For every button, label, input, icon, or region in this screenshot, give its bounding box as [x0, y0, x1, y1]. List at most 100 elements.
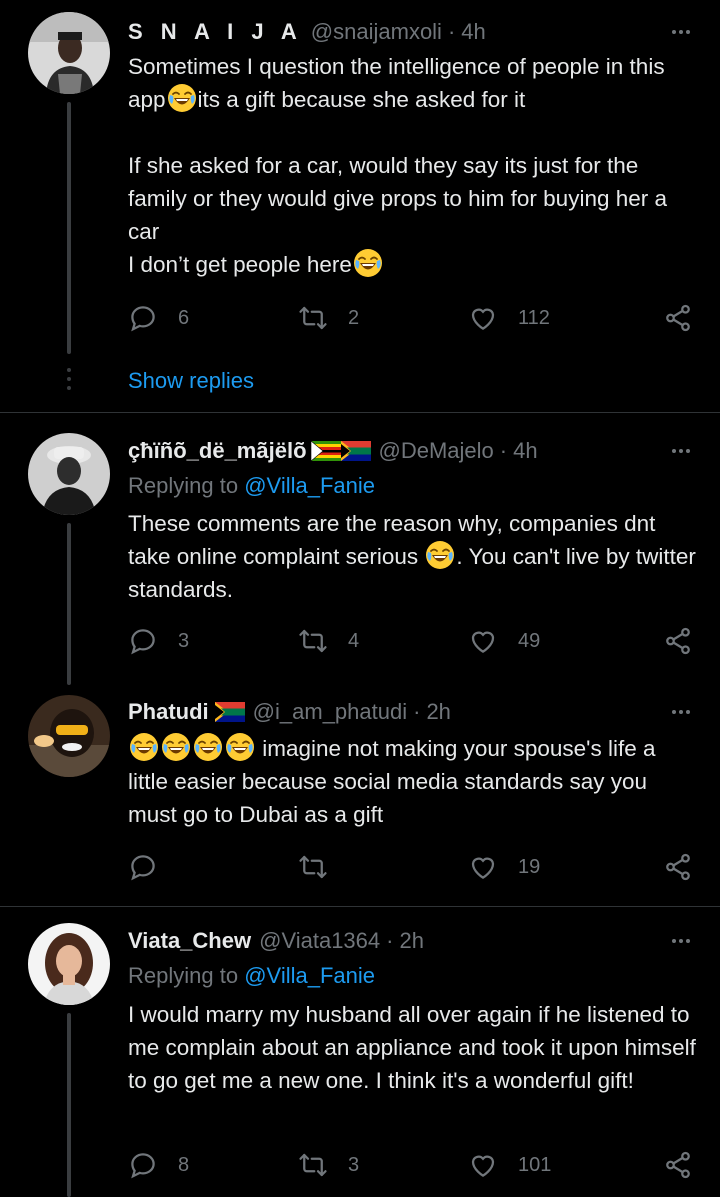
- like-button[interactable]: 112: [468, 298, 550, 338]
- tears-of-joy-emoji: [167, 83, 197, 113]
- tweet-paragraph: [128, 116, 698, 149]
- like-button[interactable]: 19: [468, 847, 540, 887]
- user-handle[interactable]: @Viata1364: [259, 928, 380, 954]
- mention-link[interactable]: @Villa_Fanie: [244, 963, 375, 988]
- retweet-icon: [299, 1153, 327, 1177]
- zimbabwe-flag-icon: [310, 441, 341, 461]
- separator: ·: [499, 438, 508, 463]
- avatar[interactable]: [28, 433, 110, 515]
- replying-to: Replying to @Villa_Fanie: [128, 963, 375, 989]
- reply-button[interactable]: 3: [128, 621, 189, 661]
- south-africa-flag-icon: [214, 702, 245, 722]
- like-count: 19: [518, 855, 541, 878]
- share-button[interactable]: [663, 621, 693, 661]
- more-options-icon[interactable]: [664, 439, 690, 463]
- tweet-actions: 19: [128, 847, 693, 887]
- tweet-actions: 3 4 49: [128, 621, 693, 661]
- tweet-actions: 6 2 112: [128, 298, 693, 338]
- reply-icon: [131, 306, 155, 332]
- heart-icon: [471, 631, 495, 653]
- tweet-viata-chew[interactable]: Viata_Chew @Viata1364 · 2h Replying to @…: [0, 907, 720, 1197]
- separator: ·: [386, 928, 394, 953]
- tweet-text: imagine not making your spouse's life a …: [128, 732, 698, 831]
- display-name[interactable]: Phatudi: [128, 699, 209, 725]
- heart-icon: [471, 1155, 495, 1177]
- replying-to: Replying to @Villa_Fanie: [128, 473, 375, 499]
- tweet-text: I would marry my husband all over again …: [128, 998, 698, 1097]
- tweet-text: Sometimes I question the intelligence of…: [128, 50, 698, 281]
- retweet-icon: [299, 629, 327, 653]
- reply-button[interactable]: [128, 847, 178, 887]
- tweet-paragraph: Sometimes I question the intelligence of…: [128, 54, 665, 113]
- tweet-snaija[interactable]: S N A I J A @snaijamxoli · 4h Sometimes …: [0, 0, 720, 412]
- tweet-demajelo[interactable]: çħïñõ_dë_mãjëlõ @DeMajelo · 4h Replying …: [0, 413, 720, 685]
- like-count: 101: [518, 1153, 552, 1176]
- display-name[interactable]: çħïñõ_dë_mãjëlõ: [128, 438, 307, 464]
- retweet-button[interactable]: 2: [298, 298, 359, 338]
- south-africa-flag-icon: [340, 441, 371, 461]
- thread-line: [67, 102, 71, 354]
- retweet-button[interactable]: [298, 847, 348, 887]
- like-count: 49: [518, 629, 541, 652]
- tears-of-joy-emoji: [161, 732, 191, 762]
- tweet-header: S N A I J A @snaijamxoli · 4h: [128, 16, 690, 48]
- share-icon: [666, 304, 690, 332]
- like-count: 112: [518, 306, 550, 329]
- retweet-count: 3: [348, 1153, 360, 1176]
- reply-count: 8: [178, 1153, 190, 1176]
- more-options-icon[interactable]: [664, 929, 690, 953]
- tweet-paragraph: I would marry my husband all over again …: [128, 1002, 696, 1093]
- share-button[interactable]: [663, 847, 693, 887]
- tears-of-joy-emoji: [193, 732, 223, 762]
- reply-icon: [131, 1153, 155, 1179]
- avatar[interactable]: [28, 12, 110, 94]
- avatar[interactable]: [28, 695, 110, 777]
- tweet-paragraph: If she asked for a car, would they say i…: [128, 153, 668, 244]
- timestamp[interactable]: 2h: [399, 928, 423, 954]
- share-button[interactable]: [663, 1145, 693, 1185]
- reply-count: 6: [178, 306, 190, 329]
- tears-of-joy-emoji: [353, 248, 383, 278]
- display-name[interactable]: Viata_Chew: [128, 928, 251, 954]
- user-handle[interactable]: @snaijamxoli: [311, 19, 442, 45]
- retweet-button[interactable]: 3: [298, 1145, 359, 1185]
- retweet-button[interactable]: 4: [298, 621, 359, 661]
- retweet-count: 4: [348, 629, 360, 652]
- more-options-icon[interactable]: [664, 700, 690, 724]
- tweet-paragraph: I don’t get people here: [128, 248, 698, 281]
- user-handle[interactable]: @i_am_phatudi: [253, 699, 407, 725]
- reply-button[interactable]: 6: [128, 298, 189, 338]
- thread-line: [67, 523, 71, 685]
- timestamp[interactable]: 4h: [461, 19, 485, 45]
- tears-of-joy-emoji: [129, 732, 159, 762]
- share-icon: [666, 627, 690, 655]
- more-options-icon[interactable]: [664, 20, 690, 44]
- reply-button[interactable]: 8: [128, 1145, 189, 1185]
- heart-icon: [471, 857, 495, 879]
- mention-link[interactable]: @Villa_Fanie: [244, 473, 375, 498]
- tweet-text: These comments are the reason why, compa…: [128, 507, 698, 606]
- retweet-count: 2: [348, 306, 360, 329]
- avatar[interactable]: [28, 923, 110, 1005]
- share-icon: [666, 853, 690, 881]
- tweet-phatudi[interactable]: Phatudi @i_am_phatudi · 2h imagine not m…: [0, 685, 720, 906]
- show-replies-link[interactable]: Show replies: [128, 368, 254, 394]
- reply-count: 3: [178, 629, 190, 652]
- tweet-paragraph: imagine not making your spouse's life a …: [128, 732, 698, 831]
- share-button[interactable]: [663, 298, 693, 338]
- thread-dots: [66, 368, 72, 395]
- user-handle[interactable]: @DeMajelo: [379, 438, 494, 464]
- display-name[interactable]: S N A I J A: [128, 19, 303, 45]
- timestamp[interactable]: 2h: [426, 699, 450, 725]
- tweet-header: Viata_Chew @Viata1364 · 2h: [128, 925, 690, 957]
- like-button[interactable]: 101: [468, 1145, 551, 1185]
- heart-icon: [471, 308, 495, 330]
- share-icon: [666, 1151, 690, 1179]
- tears-of-joy-emoji: [425, 540, 455, 570]
- tweet-paragraph: These comments are the reason why, compa…: [128, 511, 696, 602]
- tweet-header: Phatudi @i_am_phatudi · 2h: [128, 696, 690, 728]
- retweet-icon: [299, 855, 327, 879]
- tweet-actions: 8 3 101: [128, 1145, 693, 1185]
- like-button[interactable]: 49: [468, 621, 540, 661]
- timestamp[interactable]: 4h: [513, 438, 537, 464]
